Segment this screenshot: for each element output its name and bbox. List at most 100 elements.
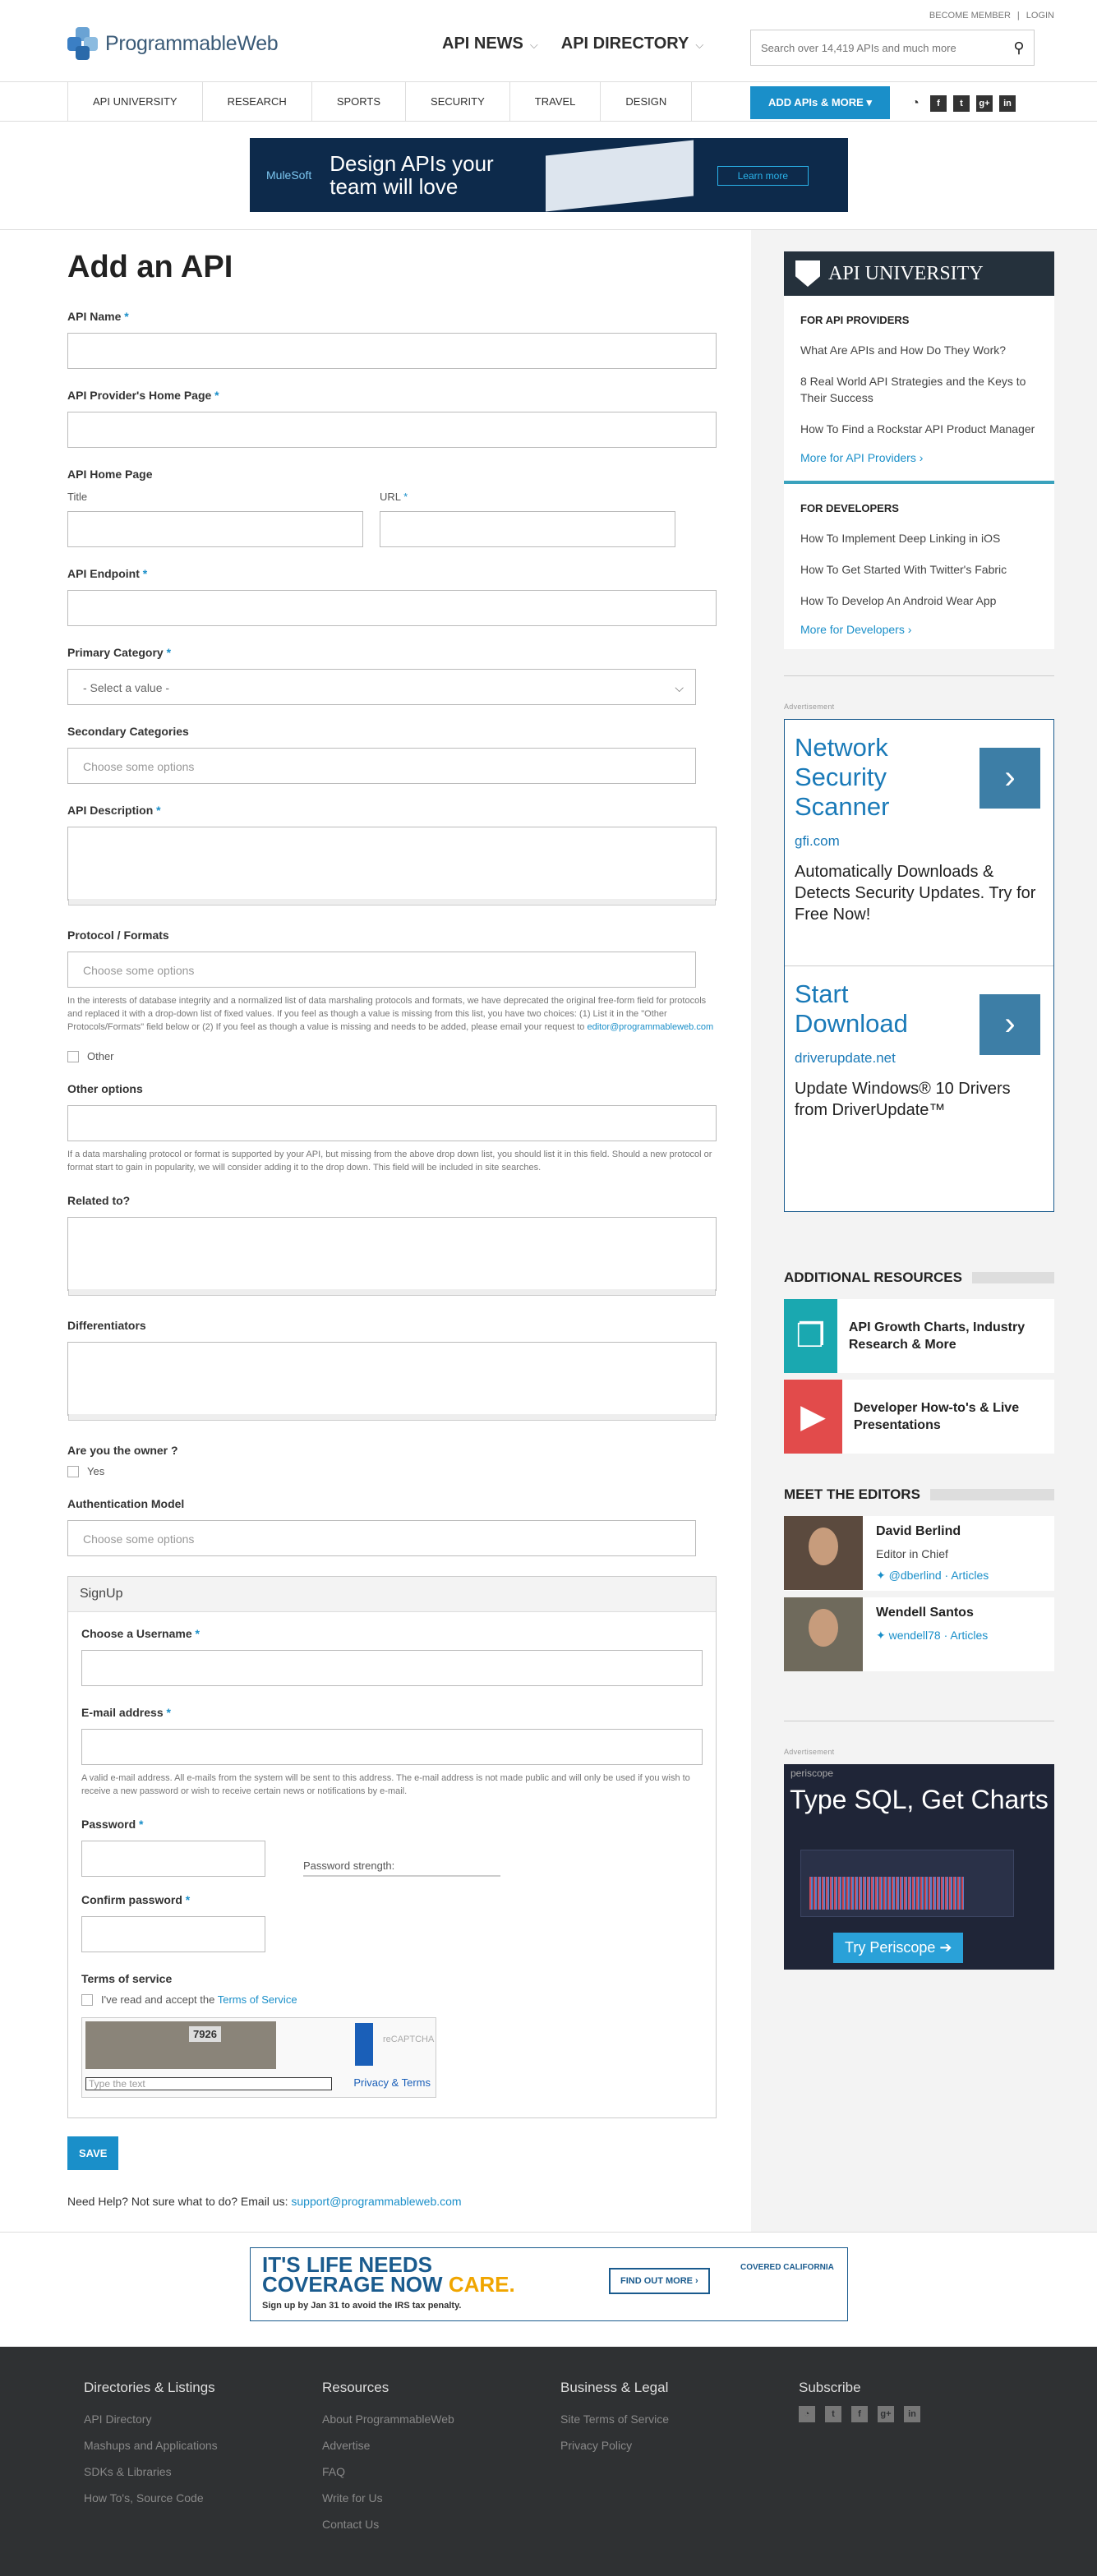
home-title-input[interactable]	[67, 511, 363, 547]
nav-api-directory[interactable]: API DIRECTORY ⌵	[561, 35, 703, 53]
sidebar: API UNIVERSITY FOR API PROVIDERS What Ar…	[751, 230, 1097, 2232]
footer-link[interactable]: Write for Us	[322, 2485, 560, 2511]
become-member-link[interactable]: BECOME MEMBER	[929, 11, 1011, 21]
home-url-label: URL *	[380, 491, 408, 503]
editor-articles-link[interactable]: Articles	[951, 1569, 989, 1582]
email-input[interactable]	[81, 1729, 703, 1765]
subnav-travel[interactable]: TRAVEL	[509, 82, 601, 122]
tos-checkbox[interactable]	[81, 1993, 93, 2006]
subnav-design[interactable]: DESIGN	[600, 82, 693, 122]
chevron-right-icon[interactable]: ›	[979, 748, 1040, 809]
support-email-link[interactable]: support@programmableweb.com	[291, 2195, 461, 2208]
footer-link[interactable]: Site Terms of Service	[560, 2406, 799, 2432]
nav-api-news[interactable]: API NEWS ⌵	[442, 35, 538, 53]
footer-link[interactable]: Privacy Policy	[560, 2432, 799, 2458]
twitter-icon[interactable]: t	[825, 2406, 841, 2422]
add-apis-button[interactable]: ADD APIs & MORE ▾	[750, 86, 890, 119]
footer-link[interactable]: SDKs & Libraries	[84, 2458, 322, 2485]
captcha-controls[interactable]	[355, 2023, 373, 2066]
protocol-select[interactable]: Choose some options	[67, 952, 696, 988]
resource-item[interactable]: ▶ Developer How-to's & Live Presentation…	[784, 1380, 1054, 1454]
ad-cta-button[interactable]: Learn more	[717, 166, 809, 186]
linkedin-icon[interactable]: in	[999, 95, 1016, 112]
search-input[interactable]	[751, 30, 1004, 65]
facebook-icon[interactable]: f	[851, 2406, 868, 2422]
rss-icon[interactable]: ◔	[799, 2406, 815, 2422]
ad-chart-illustration	[800, 1850, 1014, 1917]
confirm-password-label: Confirm password *	[81, 1893, 191, 1906]
editor-twitter-link[interactable]: ✦ wendell78	[876, 1629, 941, 1642]
description-textarea[interactable]	[67, 827, 717, 906]
provider-article-link[interactable]: 8 Real World API Strategies and the Keys…	[800, 366, 1038, 413]
search-icon[interactable]: ⚲	[1004, 39, 1034, 57]
top-banner-ad[interactable]: MuleSoft Design APIs your team will love…	[250, 138, 848, 212]
endpoint-input[interactable]	[67, 590, 717, 626]
api-name-label: API Name *	[67, 310, 129, 323]
home-url-input[interactable]	[380, 511, 675, 547]
subnav-api-university[interactable]: API UNIVERSITY	[67, 82, 202, 122]
footer-link[interactable]: About ProgrammableWeb	[322, 2406, 560, 2432]
provider-article-link[interactable]: How To Find a Rockstar API Product Manag…	[800, 413, 1038, 445]
password-input[interactable]	[81, 1841, 265, 1877]
related-textarea[interactable]	[67, 1217, 717, 1296]
owner-yes-checkbox[interactable]	[67, 1465, 79, 1477]
description-label: API Description *	[67, 804, 161, 817]
bottom-ad-zone: IT'S LIFE NEEDS COVERAGE NOW CARE. Sign u…	[0, 2232, 1097, 2347]
googleplus-icon[interactable]: g+	[976, 95, 993, 112]
auth-model-select[interactable]: Choose some options	[67, 1520, 696, 1556]
subnav-security[interactable]: SECURITY	[405, 82, 509, 122]
primary-category-select[interactable]: - Select a value - ⌵	[67, 669, 696, 705]
ad-cta-button[interactable]: Try Periscope ➔	[833, 1933, 964, 1963]
editor-twitter-link[interactable]: ✦ @dberlind	[876, 1569, 942, 1582]
ad-description: Automatically Downloads & Detects Securi…	[795, 863, 1036, 924]
editor-name[interactable]: David Berlind	[876, 1524, 989, 1539]
more-providers-link[interactable]: More for API Providers ›	[784, 445, 1054, 477]
footer-heading: Subscribe	[799, 2380, 861, 2395]
footer-link[interactable]: Mashups and Applications	[84, 2432, 322, 2458]
chevron-right-icon[interactable]: ›	[979, 994, 1040, 1055]
provider-article-link[interactable]: What Are APIs and How Do They Work?	[800, 334, 1038, 366]
bottom-banner-ad[interactable]: IT'S LIFE NEEDS COVERAGE NOW CARE. Sign u…	[250, 2247, 848, 2321]
developer-article-link[interactable]: How To Get Started With Twitter's Fabric	[800, 554, 1038, 585]
footer-link[interactable]: How To's, Source Code	[84, 2485, 322, 2511]
api-university-header[interactable]: API UNIVERSITY	[784, 251, 1054, 296]
footer-link[interactable]: API Directory	[84, 2406, 322, 2432]
googleplus-icon[interactable]: g+	[878, 2406, 894, 2422]
developer-article-link[interactable]: How To Develop An Android Wear App	[800, 585, 1038, 616]
email-label: E-mail address *	[81, 1706, 171, 1719]
twitter-icon[interactable]: t	[953, 95, 970, 112]
login-link[interactable]: LOGIN	[1026, 11, 1054, 21]
footer-link[interactable]: Advertise	[322, 2432, 560, 2458]
username-input[interactable]	[81, 1650, 703, 1686]
sidebar-ad[interactable]: Network Security Scanner › gfi.com Autom…	[784, 719, 1054, 1212]
more-developers-link[interactable]: More for Developers ›	[784, 616, 1054, 649]
editor-articles-link[interactable]: Articles	[950, 1629, 988, 1642]
captcha-privacy-link[interactable]: Privacy & Terms	[353, 2076, 431, 2089]
ad-description: Update Windows® 10 Drivers from DriverUp…	[795, 1080, 1011, 1119]
tos-link[interactable]: Terms of Service	[218, 1993, 297, 2006]
resource-item[interactable]: ❐ API Growth Charts, Industry Research &…	[784, 1299, 1054, 1373]
developers-heading: FOR DEVELOPERS	[800, 502, 899, 514]
api-name-input[interactable]	[67, 333, 717, 369]
save-button[interactable]: SAVE	[67, 2136, 119, 2170]
secondary-categories-select[interactable]: Choose some options	[67, 748, 696, 784]
subnav-sports[interactable]: SPORTS	[311, 82, 405, 122]
other-options-input[interactable]	[67, 1105, 717, 1141]
periscope-ad[interactable]: periscope Type SQL, Get Charts Try Peris…	[784, 1764, 1054, 1970]
confirm-password-input[interactable]	[81, 1916, 265, 1952]
linkedin-icon[interactable]: in	[904, 2406, 920, 2422]
subnav-research[interactable]: RESEARCH	[201, 82, 311, 122]
provider-home-input[interactable]	[67, 412, 717, 448]
editor-email-link[interactable]: editor@programmableweb.com	[587, 1022, 713, 1032]
facebook-icon[interactable]: f	[930, 95, 947, 112]
rss-icon[interactable]: ◔	[907, 95, 924, 112]
developer-article-link[interactable]: How To Implement Deep Linking in iOS	[800, 523, 1038, 554]
footer-link[interactable]: FAQ	[322, 2458, 560, 2485]
captcha-input[interactable]: Type the text	[85, 2077, 332, 2090]
editor-name[interactable]: Wendell Santos	[876, 1606, 988, 1620]
differentiators-textarea[interactable]	[67, 1342, 717, 1421]
site-logo[interactable]: ProgrammableWeb	[67, 27, 279, 60]
other-checkbox[interactable]	[67, 1050, 79, 1062]
ad-cta-button[interactable]: FIND OUT MORE ›	[609, 2268, 710, 2294]
footer-link[interactable]: Contact Us	[322, 2511, 560, 2537]
